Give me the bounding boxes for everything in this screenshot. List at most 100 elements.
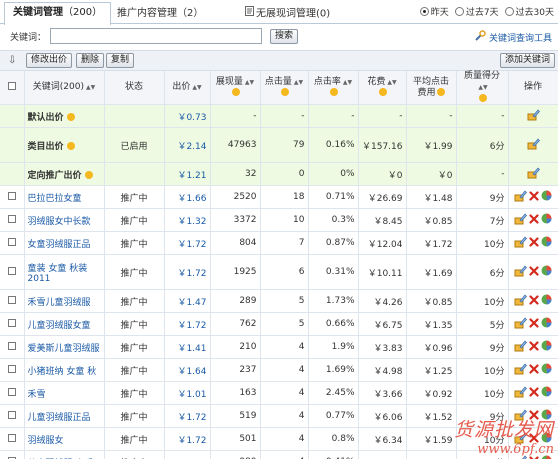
tab-keyword-manage[interactable]: 关键词管理（200） — [4, 2, 112, 25]
edit-price-icon[interactable] — [527, 108, 540, 121]
col-clicks[interactable]: 点击量 ▲▼ — [260, 71, 309, 105]
row-checkbox[interactable] — [7, 237, 16, 246]
price-cell[interactable]: ￥2.14 — [164, 127, 211, 163]
help-icon[interactable] — [478, 93, 487, 102]
search-button[interactable]: 搜索 — [270, 29, 299, 44]
tab-content-manage[interactable]: 推广内容管理（2） — [108, 3, 212, 24]
col-price[interactable]: 出价 ▲▼ — [164, 71, 211, 105]
col-cost[interactable]: 花费 ▲▼ — [358, 71, 407, 105]
price-cell[interactable]: ￥1.72 — [164, 450, 211, 459]
price-cell[interactable]: ￥1.41 — [164, 335, 211, 359]
row-checkbox[interactable] — [7, 191, 16, 200]
delete-icon[interactable] — [529, 294, 539, 305]
col-impressions[interactable]: 展现量 ▲▼ — [210, 71, 261, 105]
keyword-link[interactable]: 儿童羽绒服女童 — [28, 321, 91, 331]
report-chart-icon[interactable] — [541, 236, 552, 247]
delete-icon[interactable] — [529, 213, 539, 224]
price-cell[interactable]: ￥1.32 — [164, 208, 211, 232]
report-chart-icon[interactable] — [541, 386, 552, 397]
edit-price-icon[interactable] — [514, 454, 527, 459]
edit-price-icon[interactable] — [514, 293, 527, 306]
help-icon[interactable] — [280, 88, 289, 96]
keyword-link[interactable]: 羽绒服女中长款 — [28, 217, 91, 227]
price-cell[interactable]: ￥1.72 — [164, 427, 211, 451]
help-icon[interactable] — [436, 88, 445, 96]
edit-price-icon[interactable] — [514, 408, 527, 421]
delete-icon[interactable] — [529, 317, 539, 328]
report-chart-icon[interactable] — [541, 455, 552, 459]
help-icon[interactable] — [329, 88, 338, 96]
edit-price-icon[interactable] — [527, 166, 540, 179]
edit-price-icon[interactable] — [514, 264, 527, 277]
price-cell[interactable]: ￥1.72 — [164, 312, 211, 336]
edit-price-icon[interactable] — [514, 316, 527, 329]
report-chart-icon[interactable] — [541, 363, 552, 374]
row-checkbox[interactable] — [7, 341, 16, 350]
price-cell[interactable]: ￥1.47 — [164, 289, 211, 313]
report-chart-icon[interactable] — [541, 340, 552, 351]
row-checkbox[interactable] — [7, 364, 16, 373]
col-avg-cost[interactable]: 平均点击费用 — [406, 71, 457, 105]
radio-button[interactable] — [504, 7, 514, 16]
keyword-link[interactable]: 巴拉巴拉女童 — [28, 194, 82, 204]
help-icon[interactable] — [66, 113, 75, 121]
row-checkbox[interactable] — [7, 433, 16, 442]
price-cell[interactable]: ￥1.72 — [164, 404, 211, 428]
price-cell[interactable]: ￥1.72 — [164, 231, 211, 255]
date-range-7days[interactable]: 过去7天 — [454, 5, 499, 18]
report-chart-icon[interactable] — [541, 409, 552, 420]
help-icon[interactable] — [66, 142, 75, 150]
delete-icon[interactable] — [529, 340, 539, 351]
report-chart-icon[interactable] — [541, 432, 552, 443]
col-quality[interactable]: 质量得分 ▲▼ — [456, 71, 509, 105]
date-range-30days[interactable]: 过去30天 — [504, 5, 554, 18]
col-keyword[interactable]: 关键词(200) ▲▼ — [24, 71, 105, 105]
edit-price-icon[interactable] — [514, 431, 527, 444]
keyword-query-tool-link[interactable]: 关键词查询工具 — [475, 30, 552, 44]
edit-price-icon[interactable] — [514, 362, 527, 375]
tab-no-impression[interactable]: 无展现词管理(0) — [236, 3, 339, 24]
price-cell[interactable]: ￥1.21 — [164, 162, 211, 186]
help-icon[interactable] — [84, 171, 93, 179]
keyword-link[interactable]: 女童羽绒服正品 — [28, 240, 91, 250]
delete-button[interactable]: 删除 — [76, 53, 105, 68]
row-checkbox[interactable] — [7, 318, 16, 327]
edit-price-icon[interactable] — [514, 235, 527, 248]
help-icon[interactable] — [231, 88, 240, 96]
report-chart-icon[interactable] — [541, 294, 552, 305]
delete-icon[interactable] — [529, 409, 539, 420]
radio-button[interactable] — [419, 7, 429, 16]
delete-icon[interactable] — [529, 265, 539, 276]
price-cell[interactable]: ￥1.66 — [164, 185, 211, 209]
report-chart-icon[interactable] — [541, 265, 552, 276]
edit-price-icon[interactable] — [514, 385, 527, 398]
help-icon[interactable] — [378, 88, 387, 96]
keyword-link[interactable]: 小猪班纳 女童 秋 — [28, 367, 97, 377]
select-all-checkbox[interactable] — [7, 81, 16, 90]
modify-price-button[interactable]: 修改出价 — [26, 53, 73, 68]
delete-icon[interactable] — [529, 386, 539, 397]
delete-icon[interactable] — [529, 432, 539, 443]
copy-button[interactable]: 复制 — [106, 53, 135, 68]
delete-icon[interactable] — [529, 363, 539, 374]
radio-button[interactable] — [454, 7, 464, 16]
row-checkbox[interactable] — [7, 295, 16, 304]
row-checkbox[interactable] — [7, 214, 16, 223]
row-checkbox[interactable] — [7, 410, 16, 419]
keyword-link[interactable]: 爱美斯儿童羽绒服 — [28, 344, 100, 354]
date-range-yesterday[interactable]: 昨天 — [419, 5, 449, 18]
col-ctr[interactable]: 点击率 ▲▼ — [308, 71, 359, 105]
report-chart-icon[interactable] — [541, 317, 552, 328]
keyword-link[interactable]: 羽绒服女 — [28, 436, 64, 446]
keyword-link[interactable]: 童装 女童 秋装 2011 — [28, 264, 88, 284]
edit-price-icon[interactable] — [514, 212, 527, 225]
keyword-link[interactable]: 禾雪 — [28, 390, 46, 400]
row-checkbox[interactable] — [7, 387, 16, 396]
edit-price-icon[interactable] — [527, 137, 540, 150]
keyword-search-input[interactable] — [50, 28, 262, 44]
keyword-link[interactable]: 儿童羽绒服正品 — [28, 413, 91, 423]
delete-icon[interactable] — [529, 236, 539, 247]
delete-icon[interactable] — [529, 455, 539, 459]
price-cell[interactable]: ￥1.72 — [164, 254, 211, 290]
delete-icon[interactable] — [529, 190, 539, 201]
